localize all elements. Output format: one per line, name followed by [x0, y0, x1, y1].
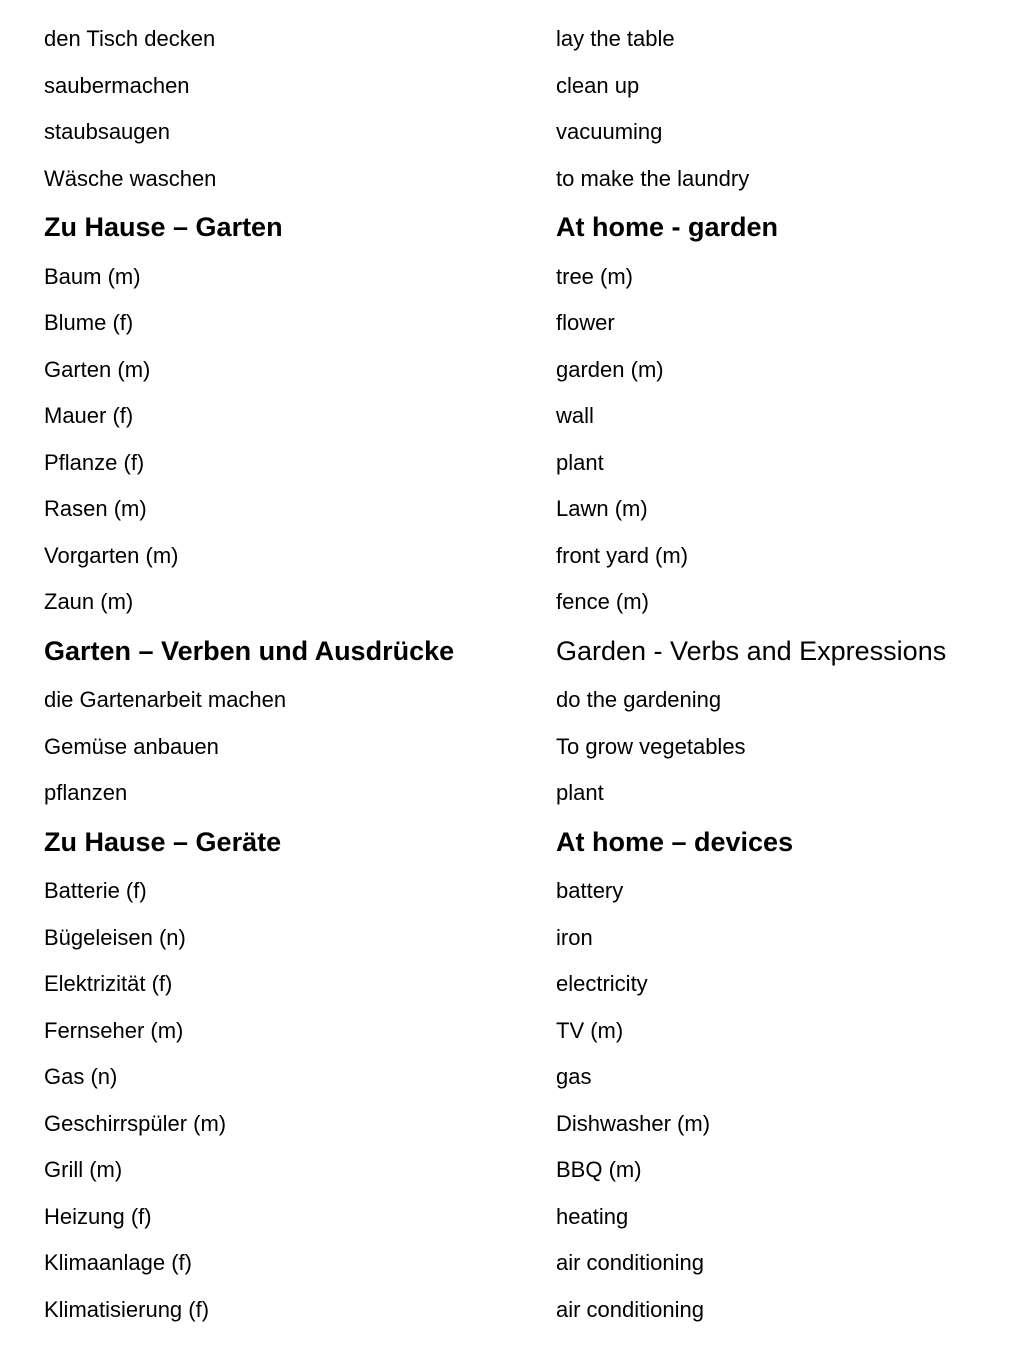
german-term: die Gartenarbeit machen [44, 687, 287, 712]
german-term: Batterie (f) [44, 878, 147, 903]
vocabulary-row: Zaun (m) fence (m) [0, 579, 1022, 626]
vocabulary-row: Grill (m) BBQ (m) [0, 1147, 1022, 1194]
vocabulary-row: Garten (m) garden (m) [0, 346, 1022, 393]
english-translation: front yard (m) [556, 542, 689, 568]
vocabulary-row: Gemüse anbauen To grow vegetables [0, 723, 1022, 770]
german-term: Garten (m) [44, 356, 151, 382]
vocabulary-table: den Tisch decken lay the table saubermache… [0, 16, 1022, 1333]
german-term: Klimaanlage (f) [44, 1250, 192, 1275]
english-heading: At home - garden [556, 212, 779, 242]
german-term: Baum (m) [44, 263, 141, 289]
vocabulary-row: die Gartenarbeit machen do the gardening [0, 677, 1022, 724]
english-translation: fence (m) [556, 589, 649, 614]
german-term: Geschirrspüler (m) [44, 1110, 227, 1136]
section-heading-row: Zu Hause – Geräte At home – devices [0, 816, 1022, 868]
german-term: Rasen (m) [44, 496, 147, 521]
english-translation: plant [556, 449, 604, 475]
german-term: Blume (f) [44, 310, 134, 335]
section-heading-row: Zu Hause – Garten At home - garden [0, 202, 1022, 254]
german-term: Zaun (m) [44, 589, 134, 614]
vocabulary-row: Elektrizität (f) electricity [0, 961, 1022, 1008]
vocabulary-row: Blume (f) flower [0, 300, 1022, 347]
vocabulary-row: Bügeleisen (n) iron [0, 914, 1022, 961]
german-term: Wäsche waschen [44, 165, 217, 191]
english-translation: clean up [556, 72, 640, 98]
english-translation: garden (m) [556, 356, 664, 382]
english-translation: do the gardening [556, 687, 722, 712]
vocabulary-row: Pflanze (f) plant [0, 439, 1022, 486]
vocabulary-row: Baum (m) tree (m) [0, 253, 1022, 300]
section-heading-row: Garten – Verben und Ausdrücke Garden - Ve… [0, 625, 1022, 677]
german-heading: Zu Hause – Geräte [44, 826, 282, 857]
english-translation: battery [556, 878, 624, 903]
german-term: Pflanze (f) [44, 449, 145, 475]
english-translation: wall [556, 403, 594, 428]
vocabulary-row: staubsaugen vacuuming [0, 109, 1022, 156]
german-heading: Zu Hause – Garten [44, 212, 283, 242]
german-term: pflanzen [44, 780, 128, 805]
vocabulary-row: den Tisch decken lay the table [0, 16, 1022, 63]
vocabulary-row: Vorgarten (m) front yard (m) [0, 532, 1022, 579]
vocabulary-row: Gas (n) gas [0, 1054, 1022, 1101]
vocabulary-row: Batterie (f) battery [0, 868, 1022, 915]
german-term: Gemüse anbauen [44, 733, 219, 759]
english-translation: TV (m) [556, 1017, 624, 1043]
english-translation: gas [556, 1064, 592, 1089]
vocabulary-row: Heizung (f) heating [0, 1193, 1022, 1240]
german-term: Klimatisierung (f) [44, 1296, 210, 1322]
english-translation: plant [556, 780, 604, 805]
german-term: Fernseher (m) [44, 1017, 184, 1043]
english-translation: BBQ (m) [556, 1157, 642, 1182]
vocabulary-row: Mauer (f) wall [0, 393, 1022, 440]
english-translation: air conditioning [556, 1296, 704, 1322]
english-translation: Lawn (m) [556, 496, 648, 521]
english-translation: Dishwasher (m) [556, 1110, 711, 1136]
english-translation: tree (m) [556, 263, 633, 289]
vocabulary-row: saubermachen clean up [0, 62, 1022, 109]
german-term: Elektrizität (f) [44, 971, 173, 996]
vocabulary-row: Klimaanlage (f) air conditioning [0, 1240, 1022, 1287]
german-term: Heizung (f) [44, 1203, 152, 1229]
english-translation: to make the laundry [556, 165, 750, 191]
english-translation: electricity [556, 971, 648, 996]
german-term: Vorgarten (m) [44, 542, 179, 568]
german-term: saubermachen [44, 72, 190, 98]
english-translation: To grow vegetables [556, 733, 746, 759]
german-term: Grill (m) [44, 1157, 123, 1182]
vocabulary-row: Rasen (m) Lawn (m) [0, 486, 1022, 533]
english-translation: vacuuming [556, 119, 663, 144]
vocabulary-row: pflanzen plant [0, 770, 1022, 817]
german-term: Bügeleisen (n) [44, 924, 186, 950]
vocabulary-row: Geschirrspüler (m) Dishwasher (m) [0, 1100, 1022, 1147]
german-term: Gas (n) [44, 1064, 118, 1089]
english-translation: heating [556, 1203, 629, 1229]
english-heading: At home – devices [556, 826, 794, 857]
german-term: staubsaugen [44, 119, 170, 144]
vocabulary-row: Klimatisierung (f) air conditioning [0, 1286, 1022, 1333]
english-heading: Garden - Verbs and Expressions [556, 635, 947, 666]
german-term: den Tisch decken [44, 26, 216, 51]
vocabulary-row: Fernseher (m) TV (m) [0, 1007, 1022, 1054]
german-term: Mauer (f) [44, 403, 134, 428]
english-translation: flower [556, 310, 615, 335]
english-translation: air conditioning [556, 1250, 704, 1275]
vocabulary-row: Wäsche waschen to make the laundry [0, 155, 1022, 202]
english-translation: lay the table [556, 26, 675, 51]
german-heading: Garten – Verben und Ausdrücke [44, 635, 455, 666]
english-translation: iron [556, 924, 593, 950]
